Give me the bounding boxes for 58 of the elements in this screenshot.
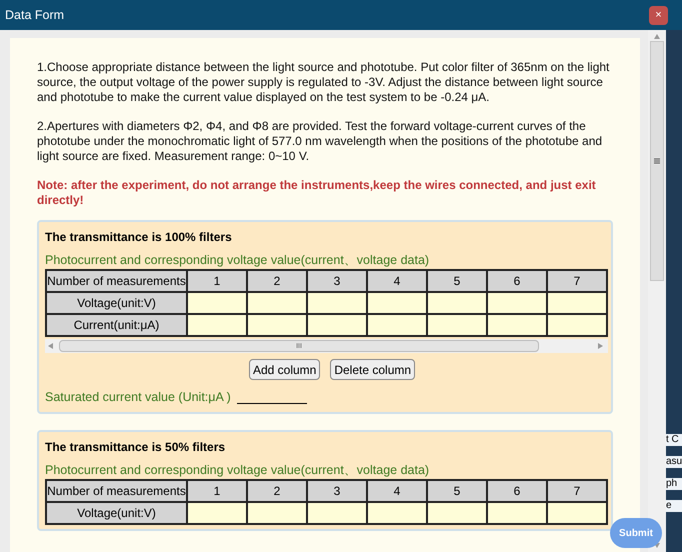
saturated-current-label: Saturated current value (Unit:μA ) — [45, 389, 231, 406]
column-header: Number of measurements — [47, 480, 188, 503]
input-cell[interactable] — [548, 502, 608, 525]
instruction-paragraph: 1.Choose appropriate distance between the light source and phototube. Put color filter of 365nm on the light source, the output voltage of the power supply is regulated to -3V. Adjust the distance between light source and phototube to make the current value displayed on the test system to be -0.24 μA. — [36, 60, 610, 105]
column-header: 6 — [488, 271, 548, 293]
input-cell[interactable] — [248, 315, 308, 337]
column-header: 6 — [488, 480, 548, 503]
background-text: asu — [666, 456, 682, 468]
input-cell[interactable] — [548, 293, 608, 315]
background-text: ph — [666, 478, 682, 490]
input-cell[interactable] — [188, 502, 248, 525]
input-cell[interactable] — [488, 502, 548, 525]
row-header: Voltage(unit:V) — [47, 502, 188, 525]
table-action-button[interactable]: Delete column — [330, 359, 416, 380]
input-cell[interactable] — [308, 502, 368, 525]
column-header: 3 — [308, 480, 368, 503]
input-cell[interactable] — [428, 502, 488, 525]
input-cell[interactable] — [368, 502, 428, 525]
column-header: 7 — [548, 271, 608, 293]
column-header: 1 — [188, 271, 248, 293]
window-title: Data Form — [5, 6, 64, 24]
input-cell[interactable] — [308, 293, 368, 315]
column-header: 4 — [368, 271, 428, 293]
section-subtitle: Photocurrent and corresponding voltage value(current、voltage data) — [45, 462, 430, 478]
input-cell[interactable] — [428, 293, 488, 315]
grip-icon — [654, 158, 660, 164]
column-header: 3 — [308, 271, 368, 293]
background-text: e — [666, 500, 682, 512]
close-button[interactable]: × — [649, 6, 668, 24]
section-title: The transmittance is 100% filters — [45, 229, 233, 246]
input-cell[interactable] — [248, 293, 308, 315]
column-header: Number of measurements — [47, 271, 188, 293]
column-header: 5 — [428, 271, 488, 293]
input-cell[interactable] — [368, 293, 428, 315]
background-text: t C — [666, 434, 682, 446]
input-cell[interactable] — [548, 315, 608, 337]
column-header: 2 — [248, 271, 308, 293]
column-header: 2 — [248, 480, 308, 503]
column-header: 7 — [548, 480, 608, 503]
input-cell[interactable] — [188, 293, 248, 315]
column-header: 4 — [368, 480, 428, 503]
scroll-thumb[interactable] — [650, 41, 664, 281]
column-header: 1 — [188, 480, 248, 503]
section-subtitle: Photocurrent and corresponding voltage value(current、voltage data) — [45, 252, 430, 268]
input-cell[interactable] — [308, 315, 368, 337]
row-header: Voltage(unit:V) — [47, 293, 188, 315]
input-cell[interactable] — [428, 315, 488, 337]
warning-note: Note: after the experiment, do not arrange the instruments,keep the wires connected, and just exit directly! — [36, 178, 597, 208]
input-cell[interactable] — [248, 502, 308, 525]
section-title: The transmittance is 50% filters — [45, 438, 226, 456]
column-header: 5 — [428, 480, 488, 503]
instruction-paragraph: 2.Apertures with diameters Φ2, Φ4, and Φ8 are provided. Test the forward voltage-current curves of the phototube under the monochromatic light of 577.0 nm wavelength when the positions of the phototube and light source are fixed. Measurement range: 0~10 V. — [36, 119, 604, 164]
input-cell[interactable] — [488, 315, 548, 337]
row-header: Current(unit:μA) — [47, 315, 188, 337]
input-cell[interactable] — [188, 315, 248, 337]
input-cell[interactable] — [368, 315, 428, 337]
input-cell[interactable] — [488, 293, 548, 315]
table-action-button[interactable]: Add column — [248, 359, 320, 380]
